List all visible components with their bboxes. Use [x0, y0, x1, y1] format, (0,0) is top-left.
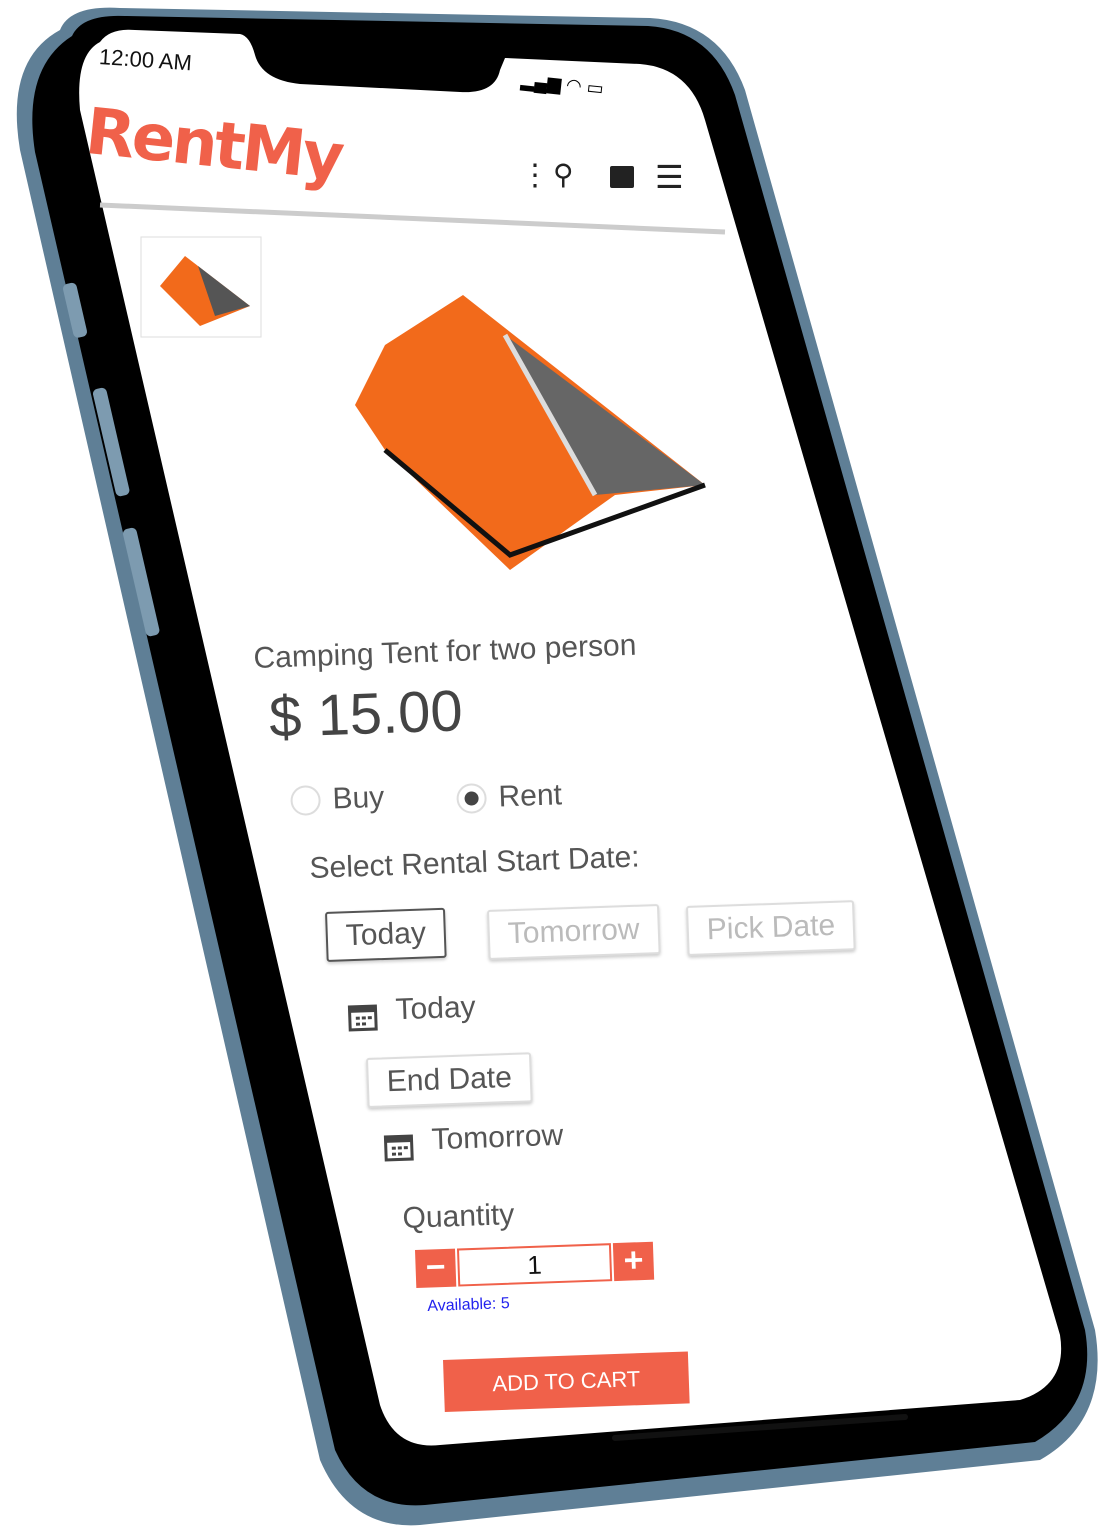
start-date-value: Today	[394, 990, 477, 1027]
more-vertical-icon[interactable]: ⋮	[520, 158, 550, 193]
battery-icon: ▭	[585, 76, 605, 99]
product-image	[355, 295, 706, 570]
shopping-bag-icon[interactable]	[610, 166, 634, 188]
option-buy[interactable]: Buy	[290, 781, 385, 818]
menu-icon[interactable]: ☰	[655, 158, 684, 196]
tomorrow-button[interactable]: Tomorrow	[487, 904, 661, 960]
rent-radio[interactable]	[456, 782, 488, 814]
phone-frame	[16, 7, 1098, 1526]
end-date-button[interactable]: End Date	[366, 1052, 533, 1108]
signal-icon: ▂▄▆	[519, 70, 563, 95]
wifi-icon: ◠	[565, 74, 583, 97]
quantity-input[interactable]: 1	[456, 1243, 613, 1287]
rent-label: Rent	[497, 778, 563, 814]
buy-radio[interactable]	[290, 784, 322, 816]
start-date-display: Today	[347, 991, 476, 1032]
product-price: $ 15.00	[268, 678, 464, 750]
available-count: Available: 5	[427, 1295, 510, 1315]
quantity-label: Quantity	[402, 1198, 515, 1235]
end-date-display: Tomorrow	[383, 1119, 564, 1162]
search-icon[interactable]: ⚲	[553, 158, 574, 191]
increase-button[interactable]: +	[612, 1241, 655, 1282]
option-rent[interactable]: Rent	[456, 778, 562, 816]
decrease-button[interactable]: −	[415, 1248, 457, 1288]
product-thumbnail[interactable]	[140, 236, 265, 341]
add-to-cart-button[interactable]: ADD TO CART	[443, 1351, 690, 1412]
calendar-icon	[383, 1134, 414, 1162]
calendar-icon	[347, 1004, 378, 1032]
today-button[interactable]: Today	[325, 907, 447, 962]
pick-date-button[interactable]: Pick Date	[686, 900, 857, 956]
buy-label: Buy	[331, 780, 385, 816]
end-date-value: Tomorrow	[430, 1118, 564, 1157]
